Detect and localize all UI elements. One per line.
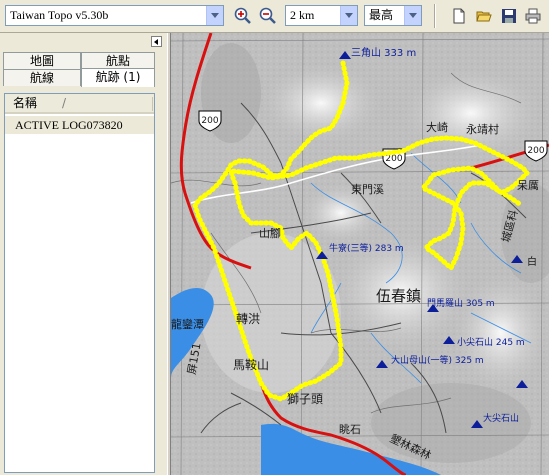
map-label-sanjiaoshan: 三角山 333 m <box>351 47 416 59</box>
tab-waypoints[interactable]: 航點 <box>81 52 155 69</box>
save-button[interactable] <box>498 5 520 27</box>
chevron-down-icon[interactable] <box>206 6 223 25</box>
svg-text:200: 200 <box>527 146 544 156</box>
detail-select[interactable]: 最高 <box>364 5 422 26</box>
collapse-panel-button[interactable] <box>151 36 162 47</box>
map-product-select[interactable]: Taiwan Topo v5.30b <box>5 5 224 26</box>
toolbar: Taiwan Topo v5.30b 2 km 最高 <box>0 0 549 33</box>
map-label-longdan: 龍鑾潭 <box>171 317 204 331</box>
save-disk-icon <box>502 9 516 23</box>
map-canvas[interactable]: 200 200 200 三角山 333 m 大崎 永靖村 東門溪 呆厲 城區科 <box>171 33 549 475</box>
printer-icon <box>525 8 541 24</box>
zoom-in-icon <box>234 7 251 24</box>
toolbar-separator <box>434 4 436 28</box>
print-button[interactable] <box>522 5 544 27</box>
map-label-bai: 白 <box>527 255 537 268</box>
svg-text:200: 200 <box>385 154 402 164</box>
map-label-dongmenxi: 東門溪 <box>351 183 384 196</box>
column-divider[interactable] <box>152 97 153 111</box>
map-label-daqi: 大崎 <box>426 120 448 134</box>
tab-tracks[interactable]: 航跡 (1) <box>81 68 155 87</box>
chevron-down-icon[interactable] <box>340 6 357 25</box>
column-header-name[interactable]: 名稱 / <box>5 94 154 114</box>
scale-value: 2 km <box>290 8 315 22</box>
map-product-value: Taiwan Topo v5.30b <box>10 8 109 22</box>
map-label-zhuanhong: 轉洪 <box>236 312 260 326</box>
map-label-hemanshan: 門馬羅山 305 m <box>427 298 495 309</box>
sort-indicator: / <box>62 96 67 110</box>
topo-map: 200 200 200 三角山 333 m 大崎 永靖村 東門溪 呆厲 城區科 <box>171 33 549 475</box>
open-folder-icon <box>476 11 492 22</box>
zoom-out-icon <box>259 7 276 24</box>
left-panel: 地圖 航點 航線 航跡 (1) 名稱 / ACTIVE LOG073820 <box>0 33 167 475</box>
map-label-dashanmu: 大山母山(一等) 325 m <box>391 354 484 366</box>
scale-select[interactable]: 2 km <box>285 5 358 26</box>
map-label-xiaojianshi: 小尖石山 245 m <box>457 336 525 348</box>
list-item[interactable]: ACTIVE LOG073820 <box>5 116 154 134</box>
map-label-majiashan: 馬鞍山 <box>233 357 269 372</box>
map-label-wuchun: 伍春鎮 <box>376 287 421 305</box>
map-label-shizitou: 獅子頭 <box>287 392 323 406</box>
tab-routes[interactable]: 航線 <box>3 69 81 86</box>
map-label-dajianshi: 大尖石山 <box>483 412 519 424</box>
map-label-shanjiao: 山腳 <box>259 227 281 240</box>
map-label-yongjing: 永靖村 <box>466 122 499 136</box>
chevron-down-icon[interactable] <box>404 6 421 25</box>
map-label-niuchan: 牛寮(三等) 283 m <box>329 242 404 254</box>
zoom-out-button[interactable] <box>257 5 279 27</box>
map-label-tiaoshi: 眺石 <box>339 423 361 436</box>
tab-map[interactable]: 地圖 <box>3 52 81 69</box>
new-document-icon <box>453 8 465 24</box>
detail-value: 最高 <box>369 8 394 22</box>
new-button[interactable] <box>448 5 470 27</box>
zoom-in-button[interactable] <box>232 5 254 27</box>
track-list: 名稱 / ACTIVE LOG073820 <box>4 93 155 473</box>
svg-text:200: 200 <box>201 116 218 126</box>
column-header-label: 名稱 <box>13 96 38 110</box>
map-label-chenggong: 呆厲 <box>517 179 539 192</box>
open-button[interactable] <box>473 5 495 27</box>
